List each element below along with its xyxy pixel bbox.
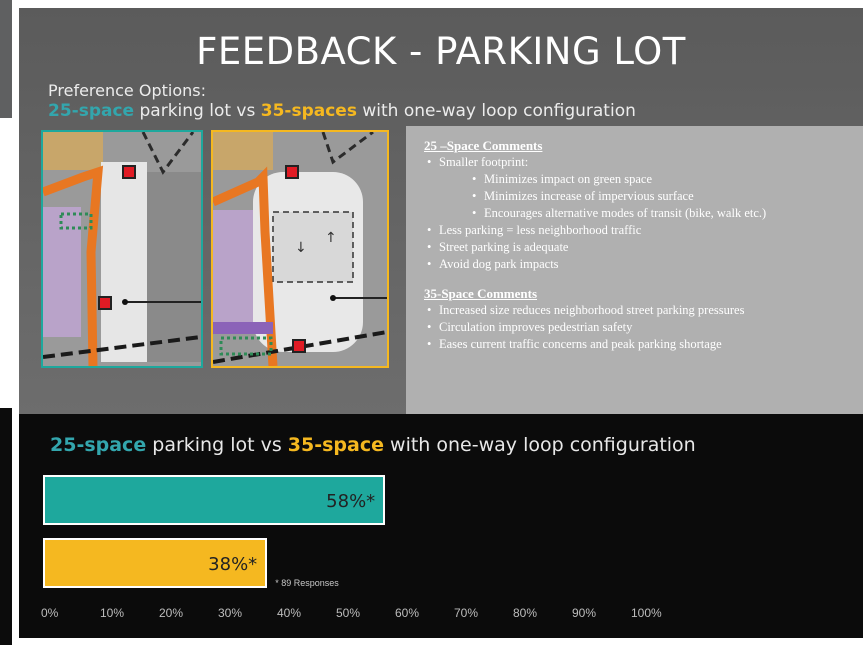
preference-label: Preference Options:	[48, 81, 206, 100]
bar-value-label: 38%*	[208, 554, 258, 575]
left-edge-strip-middle	[0, 118, 12, 408]
chart-title-option-a: 25-space	[50, 434, 147, 456]
svg-text:↓: ↓	[295, 240, 307, 256]
x-tick-label: 0%	[41, 606, 59, 620]
x-tick-label: 30%	[218, 606, 243, 620]
comments-panel: 25 –Space Comments Smaller footprint: Mi…	[406, 126, 863, 414]
left-edge-panel	[0, 0, 12, 645]
x-tick-label: 40%	[277, 606, 302, 620]
chart-title: 25-space parking lot vs 35-space with on…	[50, 434, 696, 456]
x-tick-label: 80%	[513, 606, 538, 620]
x-tick-label: 60%	[395, 606, 420, 620]
preference-options-line: 25-space parking lot vs 35-spaces with o…	[48, 101, 636, 121]
x-tick-label: 90%	[572, 606, 597, 620]
comment-35-item: Eases current traffic concerns and peak …	[427, 337, 722, 352]
slide: FEEDBACK - PARKING LOT Preference Option…	[19, 8, 863, 638]
option-a-text: 25-space	[48, 101, 135, 121]
x-tick-label: 10%	[100, 606, 125, 620]
comment-25-item: Street parking is adequate	[427, 240, 569, 255]
option-tail-text: with one-way loop configuration	[356, 101, 636, 121]
left-edge-strip-bottom	[0, 408, 12, 645]
comment-25-item: Smaller footprint:	[427, 155, 528, 170]
x-tick-label: 70%	[454, 606, 479, 620]
option-b-text: 35-spaces	[260, 101, 357, 121]
x-tick-label: 100%	[631, 606, 662, 620]
site-plan-25-space-image	[41, 130, 203, 368]
comments-35-heading: 35-Space Comments	[424, 286, 538, 301]
bar-25-space: 58%*	[43, 475, 386, 525]
bar-35-space: 38%*	[43, 538, 268, 588]
comment-25-item: Less parking = less neighborhood traffic	[427, 223, 641, 238]
comment-25-subitem: Minimizes increase of impervious surface	[472, 189, 694, 204]
comment-25-subitem: Encourages alternative modes of transit …	[472, 206, 766, 221]
chart-title-tail: with one-way loop configuration	[384, 434, 696, 456]
svg-text:↑: ↑	[325, 230, 337, 246]
comment-35-item: Increased size reduces neighborhood stre…	[427, 303, 744, 318]
left-edge-strip-top	[0, 0, 12, 118]
comment-25-subitem: Minimizes impact on green space	[472, 172, 652, 187]
bar-value-label: 58%*	[326, 491, 376, 512]
responses-note: * 89 Responses	[275, 578, 339, 588]
slide-title: FEEDBACK - PARKING LOT	[196, 30, 686, 73]
comment-25-item: Avoid dog park impacts	[427, 257, 559, 272]
x-tick-label: 20%	[159, 606, 184, 620]
option-mid-text: parking lot vs	[134, 101, 261, 121]
chart-title-option-b: 35-space	[287, 434, 384, 456]
site-plan-35-space-image: ↓ ↑	[211, 130, 389, 368]
comment-35-item: Circulation improves pedestrian safety	[427, 320, 632, 335]
comments-25-heading: 25 –Space Comments	[424, 138, 543, 153]
x-tick-label: 50%	[336, 606, 361, 620]
chart-title-mid: parking lot vs	[146, 434, 288, 456]
